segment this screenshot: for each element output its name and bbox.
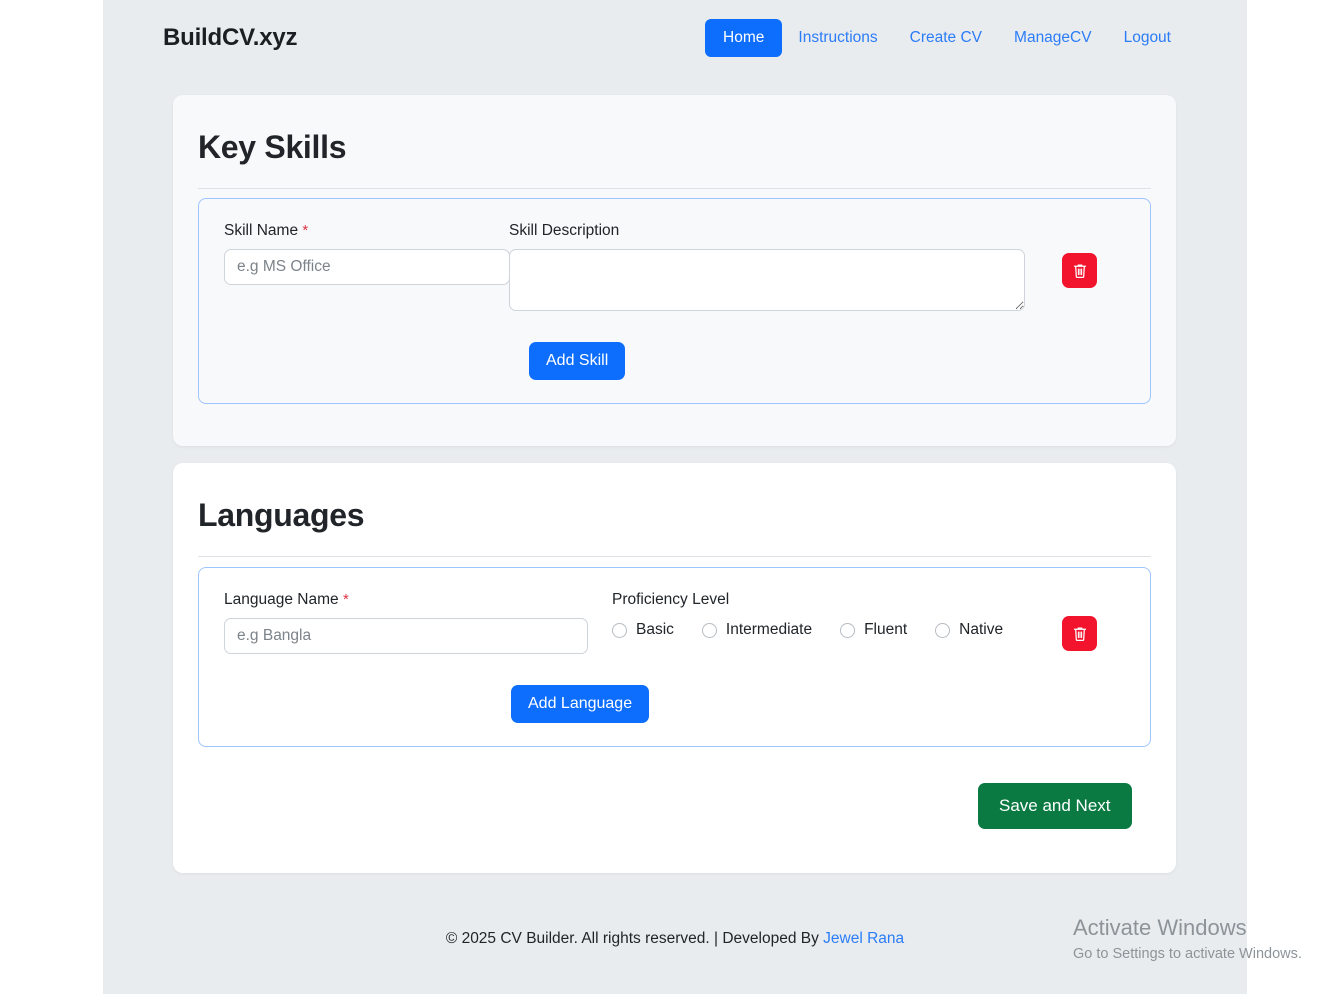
nav-item-home[interactable]: Home [705, 19, 782, 57]
proficiency-field-group: Proficiency Level Basic Intermediate [612, 591, 1031, 639]
required-asterisk: * [343, 591, 349, 608]
language-name-label-text: Language Name [224, 591, 339, 608]
language-name-label: Language Name * [224, 591, 588, 609]
skill-description-label: Skill Description [509, 222, 1025, 240]
languages-card: Languages Language Name * Proficiency Le… [173, 463, 1176, 873]
save-and-next-button[interactable]: Save and Next [978, 783, 1132, 829]
page-content: BuildCV.xyz Home Instructions Create CV … [103, 0, 1247, 994]
trash-icon [1072, 626, 1088, 642]
footer: © 2025 CV Builder. All rights reserved. … [103, 930, 1247, 948]
nav-links: Home Instructions Create CV ManageCV Log… [705, 19, 1187, 57]
skill-name-label: Skill Name * [224, 222, 510, 240]
add-skill-button[interactable]: Add Skill [529, 342, 625, 380]
skill-description-field-group: Skill Description [509, 222, 1025, 311]
trash-icon [1072, 263, 1088, 279]
footer-developer-link[interactable]: Jewel Rana [823, 930, 904, 947]
key-skills-divider [198, 188, 1151, 189]
proficiency-option-label: Native [959, 621, 1003, 639]
browser-viewport: BuildCV.xyz Home Instructions Create CV … [0, 0, 1330, 994]
skill-name-input[interactable] [224, 249, 510, 285]
nav-item-instructions[interactable]: Instructions [782, 21, 893, 55]
radio-circle-icon[interactable] [935, 623, 950, 638]
proficiency-option-label: Intermediate [726, 621, 812, 639]
key-skills-title: Key Skills [173, 95, 1176, 166]
delete-skill-button[interactable] [1062, 253, 1097, 288]
skill-name-label-text: Skill Name [224, 222, 298, 239]
language-name-field-group: Language Name * [224, 591, 588, 654]
proficiency-option-native[interactable]: Native [935, 621, 1003, 639]
nav-item-create-cv[interactable]: Create CV [894, 21, 998, 55]
key-skills-card: Key Skills Skill Name * Skill Descriptio… [173, 95, 1176, 446]
proficiency-label: Proficiency Level [612, 591, 1031, 609]
proficiency-radio-group: Basic Intermediate Fluent Native [612, 621, 1031, 639]
required-asterisk: * [302, 222, 308, 239]
radio-circle-icon[interactable] [840, 623, 855, 638]
radio-circle-icon[interactable] [612, 623, 627, 638]
languages-title: Languages [173, 463, 1176, 534]
proficiency-option-intermediate[interactable]: Intermediate [702, 621, 812, 639]
proficiency-option-label: Fluent [864, 621, 907, 639]
brand-logo[interactable]: BuildCV.xyz [163, 24, 297, 52]
skill-description-textarea[interactable] [509, 249, 1025, 311]
delete-language-button[interactable] [1062, 616, 1097, 651]
proficiency-option-label: Basic [636, 621, 674, 639]
proficiency-option-fluent[interactable]: Fluent [840, 621, 907, 639]
languages-divider [198, 556, 1151, 557]
footer-copyright: © 2025 CV Builder. All rights reserved. … [446, 930, 823, 947]
language-name-input[interactable] [224, 618, 588, 654]
language-entry-panel: Language Name * Proficiency Level Basic … [198, 567, 1151, 747]
nav-item-logout[interactable]: Logout [1108, 21, 1187, 55]
add-language-button[interactable]: Add Language [511, 685, 649, 723]
skill-name-field-group: Skill Name * [224, 222, 510, 285]
proficiency-option-basic[interactable]: Basic [612, 621, 674, 639]
nav-item-managecv[interactable]: ManageCV [998, 21, 1108, 55]
skill-entry-panel: Skill Name * Skill Description Add Sk [198, 198, 1151, 404]
navbar: BuildCV.xyz Home Instructions Create CV … [103, 0, 1247, 75]
radio-circle-icon[interactable] [702, 623, 717, 638]
